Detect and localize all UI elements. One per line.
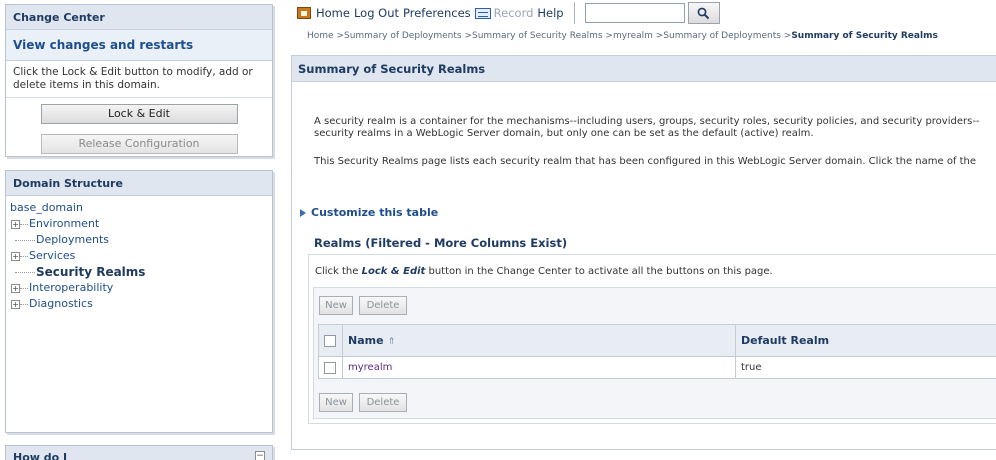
column-header-name[interactable]: Name ⇑ [342, 324, 736, 357]
change-center-title: Change Center [6, 5, 272, 30]
how-do-i-panel: How do I − [5, 445, 273, 460]
change-center-buttons: Lock & Edit Release Configuration [6, 98, 272, 154]
search-input[interactable] [584, 3, 685, 23]
table-container: New Delete Name ⇑ Default Realm myrealm t… [313, 287, 996, 419]
expand-icon[interactable]: + [11, 219, 20, 229]
lock-edit-instruction: Click the Lock & Edit button in the Chan… [315, 266, 773, 277]
instruction-emphasis: Lock & Edit [361, 266, 426, 277]
sort-ascending-icon[interactable]: ⇑ [388, 337, 396, 347]
domain-tree: base_domain + Environment Deployments + … [6, 196, 272, 312]
realms-table: Name ⇑ Default Realm myrealm true [318, 324, 996, 379]
left-column: Change Center View changes and restarts … [0, 0, 275, 460]
lock-edit-button[interactable]: Lock & Edit [40, 104, 238, 124]
realm-name-cell: myrealm [342, 356, 736, 379]
home-link[interactable]: Home [297, 6, 350, 20]
column-name-label[interactable]: Name [348, 334, 384, 347]
new-button-top[interactable]: New [319, 296, 353, 315]
tree-item-label[interactable]: Diagnostics [29, 296, 93, 312]
select-all-checkbox[interactable] [324, 335, 336, 347]
tree-item-environment[interactable]: + Environment [10, 216, 272, 232]
row-checkbox[interactable] [324, 361, 336, 374]
select-all-cell [318, 324, 343, 357]
tree-item-label[interactable]: Security Realms [36, 264, 145, 280]
breadcrumb-current: Summary of Security Realms [791, 31, 938, 41]
view-changes-link[interactable]: View changes and restarts [6, 30, 272, 61]
expand-triangle-icon [300, 208, 306, 217]
tree-item-services[interactable]: + Services [10, 248, 272, 264]
customize-label[interactable]: Customize this table [311, 206, 438, 219]
tree-item-diagnostics[interactable]: + Diagnostics [10, 296, 272, 312]
domain-structure-panel: Domain Structure base_domain + Environme… [5, 170, 273, 433]
how-do-i-title: How do I [13, 451, 68, 460]
main-area: Home Log Out Preferences Record Help Hom… [287, 0, 996, 460]
table-header-row: Name ⇑ Default Realm [318, 324, 996, 357]
list-description: This Security Realms page lists each sec… [314, 156, 977, 167]
top-toolbar: Home Log Out Preferences Record Help [287, 0, 996, 26]
search-button[interactable] [687, 2, 720, 24]
instruction-prefix: Click the [315, 266, 362, 277]
delete-button-bottom[interactable]: Delete [359, 393, 407, 412]
how-do-i-header: How do I − [6, 446, 272, 460]
change-center-message: Click the Lock & Edit button to modify, … [6, 61, 272, 98]
realms-table-section: Click the Lock & Edit button in the Chan… [308, 254, 996, 424]
breadcrumb-trail[interactable]: Home >Summary of Deployments >Summary of… [307, 31, 791, 41]
logout-link[interactable]: Log Out [354, 6, 399, 20]
tree-item-label[interactable]: Interoperability [29, 280, 113, 296]
tree-item-security-realms[interactable]: Security Realms [10, 264, 272, 280]
record-link[interactable]: Record [474, 6, 534, 20]
home-icon [297, 7, 311, 19]
default-realm-cell: true [735, 356, 996, 379]
intro-line-1: A security realm is a container for the … [314, 116, 980, 127]
table-row: myrealm true [318, 356, 996, 379]
tree-item-label[interactable]: Deployments [36, 232, 109, 248]
column-header-default-realm[interactable]: Default Realm [735, 324, 996, 357]
search-icon [697, 7, 710, 19]
instruction-suffix: button in the Change Center to activate … [425, 266, 773, 277]
release-configuration-button[interactable]: Release Configuration [40, 134, 238, 154]
intro-paragraph: A security realm is a container for the … [314, 116, 980, 140]
tree-item-interoperability[interactable]: + Interoperability [10, 280, 272, 296]
tree-item-label[interactable]: Environment [29, 216, 99, 232]
breadcrumb: Home >Summary of Deployments >Summary of… [307, 31, 938, 41]
collapse-icon[interactable]: − [255, 451, 265, 460]
customize-table-link[interactable]: Customize this table [300, 206, 438, 219]
tree-item-deployments[interactable]: Deployments [10, 232, 272, 248]
help-link[interactable]: Help [537, 6, 563, 20]
page-title: Summary of Security Realms [292, 56, 996, 82]
delete-button-top[interactable]: Delete [359, 296, 407, 315]
home-label[interactable]: Home [316, 6, 350, 20]
intro-line-2: security realms in a WebLogic Server dom… [314, 128, 814, 139]
record-label[interactable]: Record [494, 6, 534, 20]
toolbar-divider [573, 2, 575, 24]
content-panel: Summary of Security Realms A security re… [291, 55, 996, 450]
expand-icon[interactable]: + [11, 283, 20, 293]
preferences-link[interactable]: Preferences [403, 6, 471, 20]
record-icon [474, 7, 491, 19]
expand-icon[interactable]: + [11, 251, 20, 261]
realms-heading: Realms (Filtered - More Columns Exist) [314, 236, 568, 250]
change-center-panel: Change Center View changes and restarts … [5, 4, 273, 157]
tree-root-base-domain[interactable]: base_domain [10, 200, 272, 216]
row-select-cell [318, 356, 343, 379]
tree-item-label[interactable]: Services [29, 248, 75, 264]
domain-structure-title: Domain Structure [6, 171, 272, 196]
expand-icon[interactable]: + [11, 299, 20, 309]
new-button-bottom[interactable]: New [319, 393, 353, 412]
realm-name-link[interactable]: myrealm [348, 362, 392, 373]
